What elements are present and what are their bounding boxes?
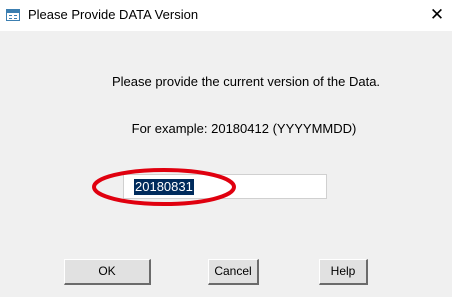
dialog-body: Please provide the current version of th… xyxy=(0,31,452,297)
help-button[interactable]: Help xyxy=(319,259,368,285)
ok-button[interactable]: OK xyxy=(64,259,151,285)
close-icon[interactable]: ✕ xyxy=(422,0,452,30)
dialog-window: Please Provide DATA Version ✕ Please pro… xyxy=(0,0,452,297)
prompt-text: Please provide the current version of th… xyxy=(111,74,381,89)
red-highlight-ellipse xyxy=(92,168,236,206)
example-text: For example: 20180412 (YYYYMMDD) xyxy=(131,121,357,136)
form-app-icon xyxy=(6,9,20,21)
window-title: Please Provide DATA Version xyxy=(28,7,199,22)
cancel-button[interactable]: Cancel xyxy=(208,259,259,285)
title-bar[interactable]: Please Provide DATA Version ✕ xyxy=(0,0,452,31)
